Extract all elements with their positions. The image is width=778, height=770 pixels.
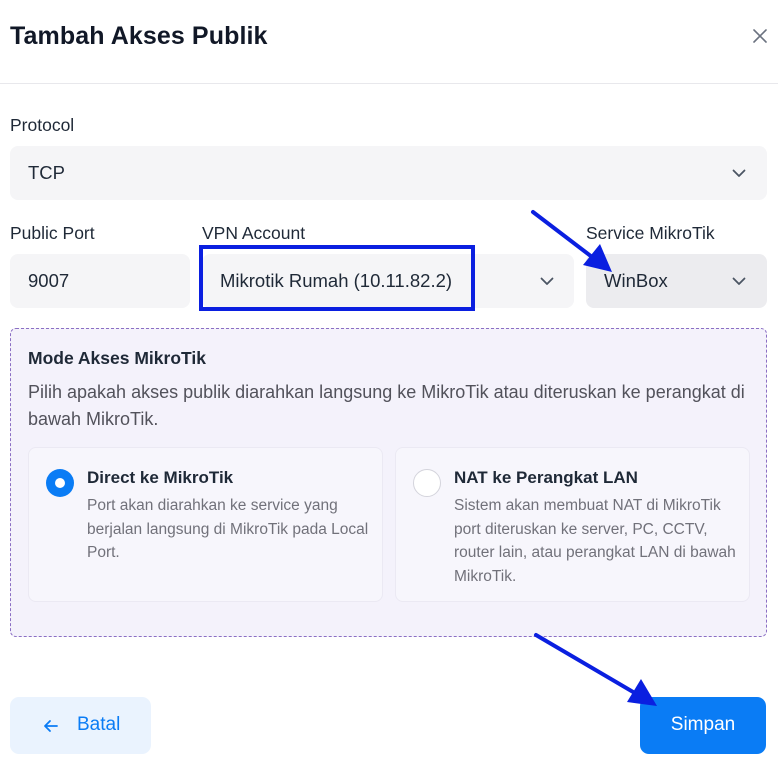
vpn-account-label: VPN Account [202,223,306,243]
arrow-annotation-icon [534,633,657,706]
mode-title: Mode Akses MikroTik [28,348,206,368]
radio-selected[interactable] [46,469,74,497]
mode-panel: Mode Akses MikroTik Pilih apakah akses p… [10,328,767,637]
arrow-left-icon [44,720,58,732]
modal-header: Tambah Akses Publik [0,0,778,84]
mode-description: Pilih apakah akses publik diarahkan lang… [28,382,745,429]
chevron-down-icon [732,277,746,285]
cancel-button[interactable]: Batal [10,697,151,754]
option-nat-card[interactable]: NAT ke Perangkat LAN Sistem akan membuat… [395,447,750,602]
close-button[interactable] [748,24,772,48]
close-icon [753,29,767,43]
chevron-down-icon [540,277,554,285]
option-direct-description: Port akan diarahkan ke service yang berj… [87,497,369,561]
public-port-value: 9007 [28,270,70,291]
service-label: Service MikroTik [586,223,715,243]
radio-unselected[interactable] [413,469,441,497]
option-direct-title: Direct ke MikroTik [87,468,234,487]
save-button[interactable]: Simpan [640,697,766,754]
protocol-label: Protocol [10,115,75,135]
service-value: WinBox [604,270,668,291]
save-label: Simpan [670,714,736,735]
protocol-select[interactable]: TCP [10,146,767,200]
chevron-down-icon [732,169,746,177]
public-port-input[interactable]: 9007 [10,254,190,308]
cancel-label: Batal [77,714,121,735]
modal-title: Tambah Akses Publik [10,22,268,50]
option-nat-description: Sistem akan membuat NAT di MikroTik port… [454,497,736,585]
option-direct-card[interactable]: Direct ke MikroTik Port akan diarahkan k… [28,447,383,602]
public-port-label: Public Port [10,223,95,243]
service-select[interactable]: WinBox [586,254,767,308]
highlight-box [199,245,475,311]
protocol-value: TCP [28,162,65,183]
option-nat-title: NAT ke Perangkat LAN [454,468,638,487]
